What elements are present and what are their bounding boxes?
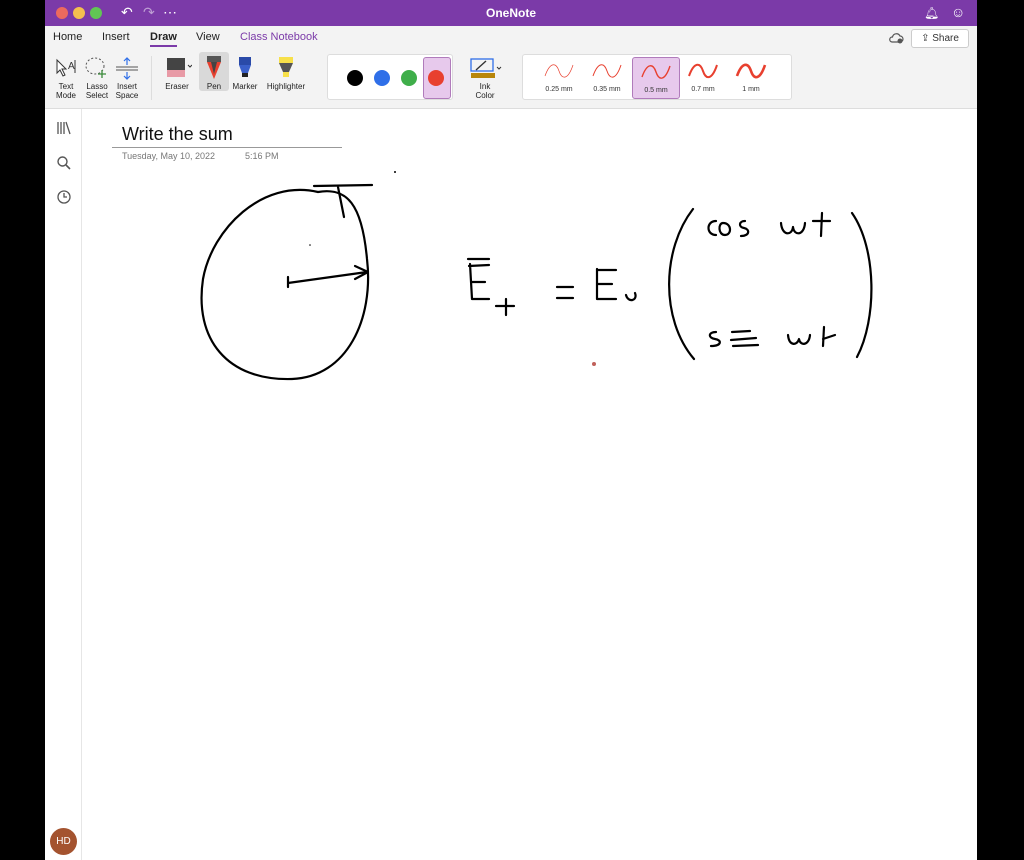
- navigation-sidebar: HD: [45, 109, 82, 860]
- thickness-option-0-25[interactable]: 0.25 mm: [536, 57, 582, 97]
- app-title: OneNote: [485, 6, 536, 20]
- ribbon-tabs: Home Insert Draw View Class Notebook ⇪ S…: [45, 26, 977, 50]
- share-icon: ⇪: [921, 33, 930, 44]
- ink-omega-t-top: [779, 211, 832, 238]
- sync-icon[interactable]: [888, 31, 904, 50]
- color-swatch-red[interactable]: [428, 70, 444, 86]
- ink-e-zero: [595, 267, 637, 302]
- svg-text:A: A: [68, 61, 75, 72]
- eraser-icon: [159, 54, 195, 82]
- ink-equals: [555, 285, 575, 300]
- share-label: Share: [932, 33, 959, 44]
- ink-sin: [708, 329, 760, 348]
- eraser-button[interactable]: Eraser: [159, 54, 195, 91]
- ink-cos: [707, 219, 750, 238]
- insert-space-label-1: Insert: [116, 82, 137, 91]
- eraser-label: Eraser: [165, 82, 189, 91]
- smiley-icon[interactable]: ☺: [951, 4, 965, 20]
- ink-dot: [592, 362, 596, 366]
- tab-home[interactable]: Home: [53, 31, 82, 43]
- title-bar: ↶ ↷ ⋯ OneNote 🔔︎ ☺: [45, 0, 977, 26]
- tab-view[interactable]: View: [196, 31, 220, 43]
- thickness-label: 0.35 mm: [593, 86, 621, 93]
- thickness-option-0-5[interactable]: 0.5 mm: [632, 57, 680, 99]
- thickness-label: 0.7 mm: [691, 86, 715, 93]
- thickness-option-0-35[interactable]: 0.35 mm: [584, 57, 630, 97]
- handwritten-ink-layer[interactable]: [82, 109, 977, 860]
- draw-ribbon: A Text Mode Lasso Select Insert Space Er…: [45, 50, 977, 109]
- tab-insert[interactable]: Insert: [102, 31, 130, 43]
- color-swatch-blue[interactable]: [374, 70, 390, 86]
- ink-omega-t-bottom: [786, 325, 837, 348]
- tab-class-notebook[interactable]: Class Notebook: [240, 31, 318, 43]
- thick-stroke-icon: [735, 63, 767, 79]
- ink-left-paren: [668, 207, 696, 361]
- bell-icon[interactable]: 🔔︎: [924, 6, 939, 20]
- ink-right-paren: [850, 211, 873, 359]
- avatar[interactable]: HD: [50, 828, 77, 855]
- insert-space-label-2: Space: [115, 91, 139, 100]
- pen-label: Pen: [206, 82, 222, 91]
- ink-e-t: [466, 257, 516, 317]
- thickness-option-0-7[interactable]: 0.7 mm: [680, 57, 726, 97]
- pen-color-palette: [327, 54, 453, 100]
- thickness-label: 0.25 mm: [545, 86, 573, 93]
- ink-color-button[interactable]: Ink Color: [465, 54, 505, 100]
- thickness-option-1[interactable]: 1 mm: [728, 57, 774, 97]
- pen-icon: [199, 54, 229, 82]
- ink-dot: [309, 244, 311, 246]
- marker-icon: [227, 54, 263, 82]
- thick-stroke-icon: [688, 63, 718, 79]
- page-canvas[interactable]: Write the sum Tuesday, May 10, 2022 5:16…: [82, 109, 977, 860]
- ink-color-label-2: Color: [475, 91, 495, 100]
- recent-icon[interactable]: [55, 188, 73, 206]
- highlighter-label: Highlighter: [266, 82, 306, 91]
- medium-stroke-icon: [641, 65, 671, 79]
- notebooks-icon[interactable]: [55, 119, 73, 137]
- ink-radius-arrow: [286, 264, 370, 289]
- ink-t-mark: [312, 183, 374, 219]
- thickness-label: 0.5 mm: [644, 87, 668, 94]
- thickness-label: 1 mm: [742, 86, 760, 93]
- ink-dot: [394, 171, 396, 173]
- ink-color-label-1: Ink: [479, 82, 491, 91]
- marker-button[interactable]: Marker: [227, 54, 263, 91]
- insert-space-icon: [109, 54, 145, 82]
- highlighter-button[interactable]: Highlighter: [263, 54, 309, 91]
- insert-space-button[interactable]: Insert Space: [109, 54, 145, 100]
- ribbon-divider: [151, 56, 152, 100]
- thin-stroke-icon: [544, 64, 574, 78]
- marker-label: Marker: [232, 82, 258, 91]
- highlighter-icon: [263, 54, 309, 82]
- onenote-window: ↶ ↷ ⋯ OneNote 🔔︎ ☺ Home Insert Draw View…: [45, 0, 977, 860]
- ink-circle: [200, 189, 370, 381]
- color-swatch-green[interactable]: [401, 70, 417, 86]
- share-button[interactable]: ⇪ Share: [911, 29, 969, 48]
- search-icon[interactable]: [55, 154, 73, 172]
- pen-thickness-palette: 0.25 mm 0.35 mm 0.5 mm 0.7 mm 1 mm: [522, 54, 792, 100]
- ink-color-icon: [465, 54, 505, 82]
- thin-stroke-icon: [592, 64, 622, 78]
- tab-draw[interactable]: Draw: [150, 31, 177, 47]
- pen-button[interactable]: Pen: [199, 52, 229, 91]
- color-swatch-black[interactable]: [347, 70, 363, 86]
